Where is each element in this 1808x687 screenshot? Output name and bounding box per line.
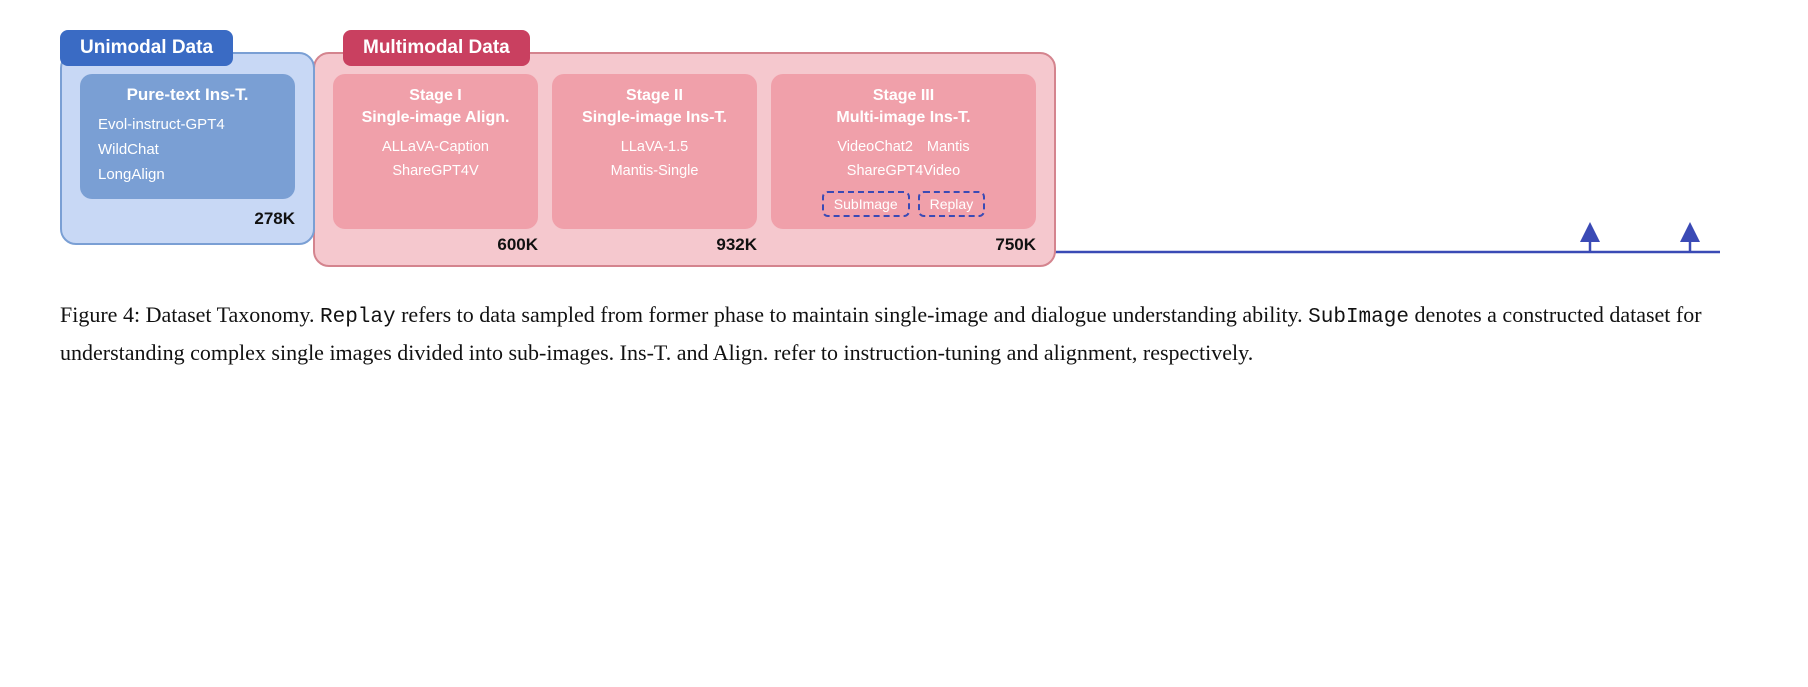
multimodal-label: Multimodal Data bbox=[363, 37, 510, 58]
unimodal-label: Unimodal Data bbox=[80, 37, 213, 58]
diagram-container: Unimodal Data Pure-text Ins-T. Evol-inst… bbox=[40, 20, 1768, 277]
stage1-count: 600K bbox=[333, 229, 538, 265]
stage1-column: Stage ISingle-image Align. ALLaVA-Captio… bbox=[333, 74, 538, 265]
unimodal-item-3: LongAlign bbox=[98, 163, 277, 188]
caption-area: Figure 4: Dataset Taxonomy. Replay refer… bbox=[40, 297, 1768, 370]
stage1-title: Stage ISingle-image Align. bbox=[362, 85, 510, 128]
unimodal-items: Evol-instruct-GPT4 WildChat LongAlign bbox=[98, 113, 277, 187]
replay-dashed-box: Replay bbox=[918, 191, 986, 217]
stage3-count: 750K bbox=[771, 229, 1036, 265]
stage3-column: Stage IIIMulti-image Ins-T. VideoChat2 M… bbox=[771, 74, 1036, 265]
unimodal-label-box: Unimodal Data bbox=[60, 30, 233, 66]
stage1-box: Stage ISingle-image Align. ALLaVA-Captio… bbox=[333, 74, 538, 229]
stage2-title: Stage IISingle-image Ins-T. bbox=[582, 85, 727, 128]
pure-text-title: Pure-text Ins-T. bbox=[98, 85, 277, 105]
caption-part1: Dataset Taxonomy. bbox=[146, 302, 320, 327]
multimodal-label-box: Multimodal Data bbox=[343, 30, 530, 66]
caption-subimage-mono: SubImage bbox=[1308, 306, 1409, 329]
stage1-items: ALLaVA-Caption ShareGPT4V bbox=[382, 136, 489, 184]
stage3-item-videochat2: VideoChat2 bbox=[837, 136, 913, 160]
unimodal-count: 278K bbox=[80, 209, 295, 229]
unimodal-section: Unimodal Data Pure-text Ins-T. Evol-inst… bbox=[60, 30, 315, 245]
caption-replay-mono: Replay bbox=[320, 306, 396, 329]
stage3-item-sharegpt4video: ShareGPT4Video bbox=[837, 160, 969, 184]
stage2-box: Stage IISingle-image Ins-T. LLaVA-1.5 Ma… bbox=[552, 74, 757, 229]
stage2-count: 932K bbox=[552, 229, 757, 265]
caption-text: Figure 4: Dataset Taxonomy. Replay refer… bbox=[60, 297, 1748, 370]
stage3-item-mantis: Mantis bbox=[927, 136, 970, 160]
stage2-column: Stage IISingle-image Ins-T. LLaVA-1.5 Ma… bbox=[552, 74, 757, 265]
subimage-dashed-box: SubImage bbox=[822, 191, 910, 217]
stage3-title: Stage IIIMulti-image Ins-T. bbox=[836, 85, 970, 128]
caption-figure-label: Figure 4: bbox=[60, 302, 140, 327]
unimodal-outer-box: Pure-text Ins-T. Evol-instruct-GPT4 Wild… bbox=[60, 52, 315, 245]
caption-part2: refers to data sampled from former phase… bbox=[396, 302, 1309, 327]
stage3-items-top: VideoChat2 Mantis ShareGPT4Video bbox=[837, 136, 969, 184]
pure-text-box: Pure-text Ins-T. Evol-instruct-GPT4 Wild… bbox=[80, 74, 295, 199]
multimodal-section: Multimodal Data Stage ISingle-image Alig… bbox=[313, 30, 1056, 267]
unimodal-item-2: WildChat bbox=[98, 138, 277, 163]
multimodal-outer-box: Stage ISingle-image Align. ALLaVA-Captio… bbox=[313, 52, 1056, 267]
stage2-items: LLaVA-1.5 Mantis-Single bbox=[611, 136, 699, 184]
stage3-dashed-row: SubImage Replay bbox=[822, 191, 985, 217]
stage3-box: Stage IIIMulti-image Ins-T. VideoChat2 M… bbox=[771, 74, 1036, 229]
unimodal-item-1: Evol-instruct-GPT4 bbox=[98, 113, 277, 138]
